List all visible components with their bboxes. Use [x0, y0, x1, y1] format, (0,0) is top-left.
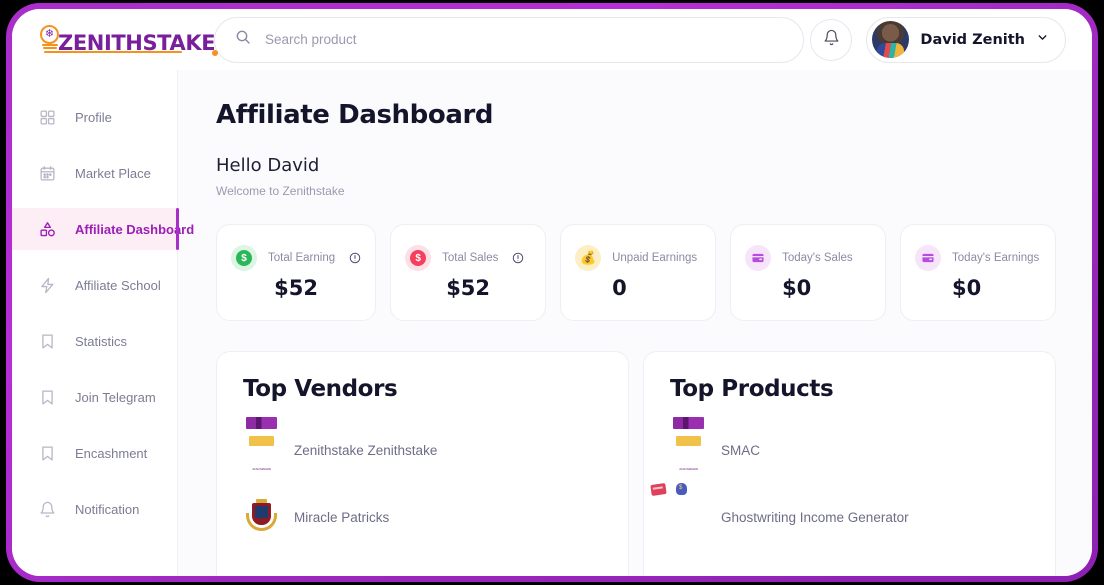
bell-icon	[38, 500, 56, 518]
notification-bell-button[interactable]	[810, 18, 853, 61]
stat-value: 0	[612, 276, 627, 300]
sidebar-item-profile[interactable]: Profile	[12, 96, 177, 138]
sidebar-item-label: Encashment	[75, 445, 148, 461]
avatar	[872, 21, 910, 58]
stat-card-todays-earnings[interactable]: Today's Earnings $0	[900, 224, 1056, 321]
product-box-thumbnail: ALSO MACHIN	[252, 467, 271, 471]
sidebar-item-encashment[interactable]: Encashment	[12, 432, 177, 474]
sidebar-item-label: Profile	[75, 109, 112, 125]
sidebar-item-affiliate-dashboard[interactable]: Affiliate Dashboard	[12, 208, 194, 250]
panel-top-vendors: Top Vendors ALSO MACHIN Zenithstake Zeni…	[216, 351, 629, 576]
top-bar-actions: David Zenith	[810, 16, 1092, 63]
product-name: SMAC	[721, 443, 761, 458]
sidebar-item-affiliate-school[interactable]: Affiliate School	[12, 264, 177, 306]
panel-top-products: Top Products ALSO MACHIN SMAC GHOSTWRITI…	[643, 351, 1056, 576]
dollar-coin-green-icon: $	[231, 245, 257, 271]
bell-icon	[823, 29, 840, 51]
sidebar-item-label: Affiliate School	[75, 277, 161, 293]
stat-value: $0	[782, 276, 812, 300]
sidebar-item-join-telegram[interactable]: Join Telegram	[12, 376, 177, 418]
wallet-icon	[745, 245, 772, 271]
sidebar-item-label: Notification	[75, 501, 140, 517]
stat-card-total-sales[interactable]: $ Total Sales $52	[390, 224, 547, 321]
sidebar-item-label: Market Place	[75, 165, 151, 181]
vendor-name: Zenithstake Zenithstake	[294, 443, 438, 458]
search-input[interactable]	[265, 32, 783, 47]
list-item[interactable]: GHOSTWRITINGINCOMEGENERATOR Ghostwriting…	[650, 483, 1029, 536]
money-bag-icon: 💰	[575, 245, 602, 271]
device-frame: ❄ ZENITHSTAKE Search product David Zenit…	[6, 3, 1098, 582]
crest-badge-thumbnail	[243, 499, 280, 536]
panel-title: Top Vendors	[243, 376, 398, 402]
dollar-coin-red-icon: $	[405, 245, 432, 271]
sidebar-item-label: Affiliate Dashboard	[75, 221, 195, 237]
main-content: Affiliate Dashboard Hello David Welcome …	[178, 70, 1092, 576]
stat-label: Total Earning	[268, 252, 336, 264]
stat-value: $52	[446, 276, 491, 300]
bookmark-icon	[38, 444, 56, 462]
stat-value: $52	[274, 276, 318, 300]
user-name: David Zenith	[920, 31, 1025, 48]
panels-row: Top Vendors ALSO MACHIN Zenithstake Zeni…	[216, 351, 1056, 576]
stat-label: Total Sales	[442, 252, 499, 264]
top-bar: ❄ ZENITHSTAKE Search product David Zenit…	[12, 9, 1092, 70]
ghostwriting-circle-thumbnail: GHOSTWRITINGINCOMEGENERATOR	[650, 483, 707, 536]
greeting-heading: Hello David	[216, 155, 320, 176]
greeting-subtext: Welcome to Zenithstake	[216, 184, 345, 198]
stats-row: $ Total Earning $52 $ Total Sales $52 💰 …	[216, 224, 1056, 321]
panel-title: Top Products	[670, 376, 834, 402]
stat-card-total-earning[interactable]: $ Total Earning $52	[216, 224, 377, 321]
page-title: Affiliate Dashboard	[216, 100, 494, 130]
search-icon	[235, 29, 251, 50]
stat-label: Unpaid Earnings	[612, 252, 698, 264]
lightning-icon	[38, 276, 56, 294]
list-item[interactable]: ALSO MACHIN SMAC	[670, 432, 1029, 471]
list-item[interactable]: Miracle Patricks	[243, 499, 602, 536]
stat-label: Today's Earnings	[952, 252, 1040, 264]
bookmark-icon	[38, 332, 56, 350]
stat-card-unpaid-earnings[interactable]: 💰 Unpaid Earnings 0	[560, 224, 717, 321]
sidebar-item-statistics[interactable]: Statistics	[12, 320, 177, 362]
sidebar-item-market-place[interactable]: Market Place	[12, 152, 177, 194]
logo-underline	[54, 50, 182, 53]
product-name: Ghostwriting Income Generator	[721, 510, 909, 525]
shapes-icon	[38, 220, 56, 238]
chevron-down-icon	[1036, 31, 1049, 49]
vendor-name: Miracle Patricks	[294, 510, 390, 525]
grid-icon	[38, 108, 56, 126]
bookmark-icon	[38, 388, 56, 406]
info-icon[interactable]	[349, 252, 361, 264]
stat-label: Today's Sales	[782, 252, 853, 264]
search-bar[interactable]	[214, 16, 804, 63]
logo-dot	[212, 49, 219, 56]
product-box-thumbnail: ALSO MACHIN	[679, 467, 698, 471]
sidebar-item-label: Join Telegram	[75, 389, 156, 405]
stat-card-todays-sales[interactable]: Today's Sales $0	[730, 224, 887, 321]
app-window: ❄ ZENITHSTAKE Search product David Zenit…	[12, 9, 1092, 576]
sidebar-item-label: Statistics	[75, 333, 128, 349]
info-icon[interactable]	[512, 252, 524, 264]
sidebar: Profile Market Place Affiliate Dashboard	[12, 70, 194, 576]
sidebar-item-notification[interactable]: Notification	[12, 488, 177, 530]
wallet-icon	[915, 245, 942, 271]
user-menu-button[interactable]: David Zenith	[866, 16, 1066, 63]
brand-logo[interactable]: ❄ ZENITHSTAKE	[12, 9, 219, 70]
list-item[interactable]: ALSO MACHIN Zenithstake Zenithstake	[243, 432, 602, 471]
calendar-icon	[38, 164, 56, 182]
stat-value: $0	[952, 276, 982, 300]
